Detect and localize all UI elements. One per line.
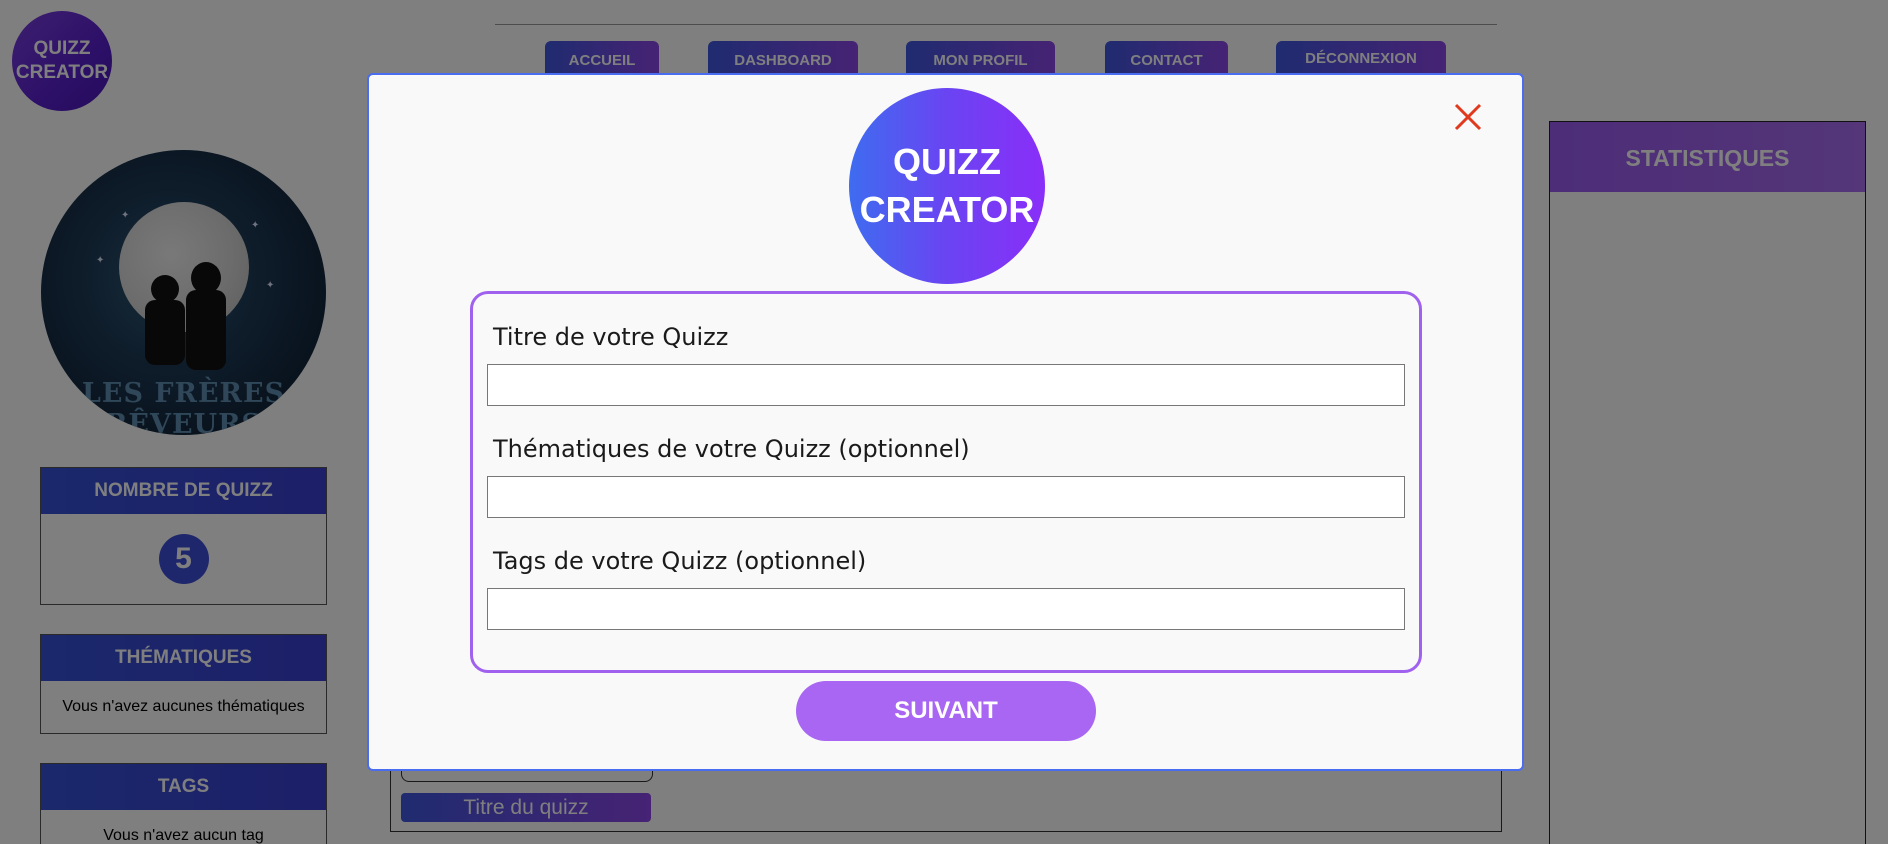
modal-logo: QUIZZ CREATOR [849, 88, 1045, 284]
quiz-form: Titre de votre Quizz Thématiques de votr… [470, 291, 1422, 673]
title-input[interactable] [487, 364, 1405, 406]
next-button[interactable]: SUIVANT [796, 681, 1096, 741]
tags-input[interactable] [487, 588, 1405, 630]
modal-logo-line1: QUIZZ [893, 141, 1001, 182]
modal-logo-line2: CREATOR [859, 189, 1035, 230]
create-quiz-modal: QUIZZ CREATOR Titre de votre Quizz Théma… [367, 73, 1524, 771]
close-button[interactable] [1452, 101, 1484, 133]
close-icon [1454, 103, 1482, 131]
themes-input[interactable] [487, 476, 1405, 518]
tags-field-label: Tags de votre Quizz (optionnel) [493, 547, 867, 575]
themes-field-label: Thématiques de votre Quizz (optionnel) [493, 435, 970, 463]
title-field-label: Titre de votre Quizz [493, 323, 729, 351]
